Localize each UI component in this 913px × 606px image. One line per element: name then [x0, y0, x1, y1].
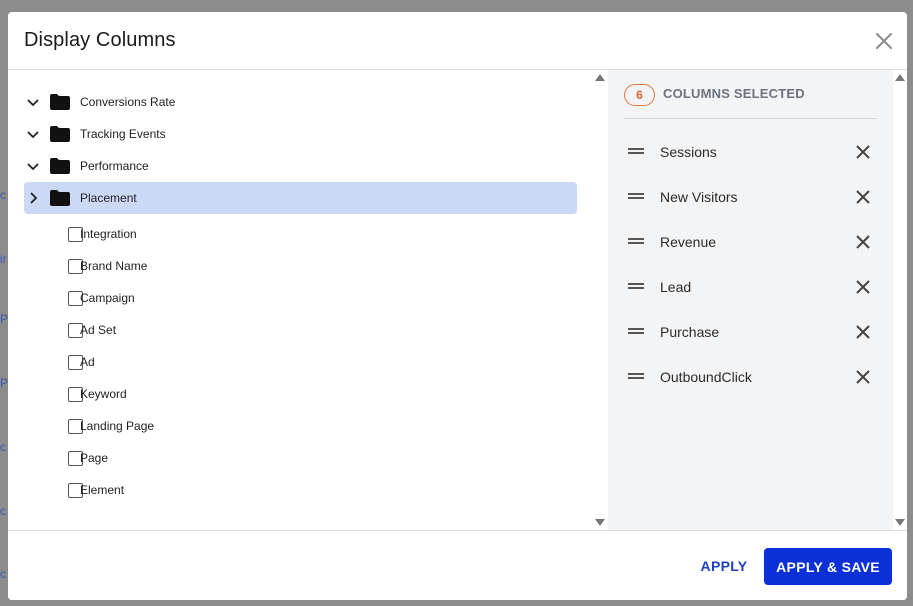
- remove-column-icon[interactable]: [854, 188, 872, 206]
- tree-column-label: Brand Name: [80, 259, 148, 273]
- tree-folder-label: Conversions Rate: [80, 95, 176, 109]
- tree-column-label: Keyword: [80, 387, 127, 401]
- selected-column-label: Revenue: [660, 234, 717, 250]
- tree-folder-row[interactable]: Tracking Events: [24, 118, 577, 150]
- drag-handle-icon[interactable]: [628, 193, 644, 199]
- selected-column-item: New Visitors: [624, 183, 877, 213]
- tree-column-row[interactable]: Keyword: [24, 378, 577, 410]
- tree-column-label: Page: [80, 451, 109, 465]
- backdrop-fragment: c: [0, 567, 6, 581]
- tree-folder-row[interactable]: Performance: [24, 150, 577, 182]
- column-tree: Conversions Rate Tracking Events Performan…: [8, 70, 608, 530]
- tree-column-row[interactable]: Page: [24, 442, 577, 474]
- selected-count-badge: 6: [624, 84, 655, 106]
- tree-column-row[interactable]: Ad: [24, 346, 577, 378]
- apply-save-button[interactable]: APPLY & SAVE: [764, 548, 892, 585]
- folder-icon: [50, 158, 70, 174]
- selected-column-item: Revenue: [624, 228, 877, 258]
- modal-title: Display Columns: [24, 29, 176, 51]
- drag-handle-icon[interactable]: [628, 238, 644, 244]
- remove-column-icon[interactable]: [854, 278, 872, 296]
- backdrop-fragment: c: [0, 440, 6, 454]
- drag-handle-icon[interactable]: [628, 328, 644, 334]
- backdrop-fragment: c: [0, 188, 6, 202]
- remove-column-icon[interactable]: [854, 233, 872, 251]
- selected-column-item: OutboundClick: [624, 363, 877, 393]
- selected-column-item: Sessions: [624, 138, 877, 168]
- chevron-down-icon[interactable]: [26, 127, 40, 141]
- modal-header: Display Columns: [8, 12, 907, 70]
- tree-folder-label: Performance: [80, 159, 149, 173]
- selected-column-label: Sessions: [660, 144, 717, 160]
- selected-column-label: New Visitors: [660, 189, 738, 205]
- tree-column-label: Ad: [80, 355, 95, 369]
- close-button[interactable]: [872, 29, 896, 53]
- tree-column-row[interactable]: Brand Name: [24, 250, 577, 282]
- backdrop-fragment: P: [0, 376, 8, 390]
- panel-scroll-up-icon[interactable]: [895, 74, 905, 81]
- display-columns-modal: Display Columns Conversions Rate Tracking…: [8, 12, 907, 600]
- chevron-down-icon[interactable]: [26, 159, 40, 173]
- selected-heading: COLUMNS SELECTED: [663, 86, 805, 101]
- folder-icon: [50, 126, 70, 142]
- tree-folder-label: Placement: [80, 191, 137, 205]
- drag-handle-icon[interactable]: [628, 148, 644, 154]
- chevron-right-icon[interactable]: [26, 191, 40, 205]
- tree-column-row[interactable]: Ad Set: [24, 314, 577, 346]
- tree-column-row[interactable]: Campaign: [24, 282, 577, 314]
- tree-column-label: Landing Page: [80, 419, 155, 433]
- close-icon: [876, 33, 892, 49]
- divider: [624, 118, 877, 119]
- selected-column-item: Lead: [624, 273, 877, 303]
- folder-icon: [50, 94, 70, 110]
- selected-column-item: Purchase: [624, 318, 877, 348]
- backdrop-fragment: ir: [0, 252, 7, 266]
- tree-folder-label: Tracking Events: [80, 127, 166, 141]
- tree-column-label: Campaign: [80, 291, 135, 305]
- tree-column-label: Integration: [80, 227, 137, 241]
- backdrop-fragment: P: [0, 312, 8, 326]
- tree-scroll-up-icon[interactable]: [595, 74, 605, 81]
- selected-column-label: Purchase: [660, 324, 720, 340]
- tree-column-row[interactable]: Element: [24, 474, 577, 506]
- remove-column-icon[interactable]: [854, 368, 872, 386]
- tree-column-row[interactable]: Integration: [24, 218, 577, 250]
- selected-columns-panel: 6 COLUMNS SELECTED Sessions New Visitors R…: [608, 70, 905, 530]
- drag-handle-icon[interactable]: [628, 283, 644, 289]
- tree-column-label: Element: [80, 483, 125, 497]
- remove-column-icon[interactable]: [854, 323, 872, 341]
- drag-handle-icon[interactable]: [628, 373, 644, 379]
- tree-scroll-down-icon[interactable]: [595, 519, 605, 526]
- tree-folder-row[interactable]: Placement: [24, 182, 577, 214]
- tree-column-label: Ad Set: [80, 323, 117, 337]
- remove-column-icon[interactable]: [854, 143, 872, 161]
- tree-folder-row[interactable]: Conversions Rate: [24, 86, 577, 118]
- tree-column-row[interactable]: Landing Page: [24, 410, 577, 442]
- backdrop-fragment: c: [0, 504, 6, 518]
- apply-button[interactable]: APPLY: [694, 549, 754, 583]
- selected-column-label: Lead: [660, 279, 692, 295]
- panel-scroll-down-icon[interactable]: [895, 519, 905, 526]
- folder-icon: [50, 190, 70, 206]
- selected-column-label: OutboundClick: [660, 369, 752, 385]
- chevron-down-icon[interactable]: [26, 95, 40, 109]
- modal-footer: APPLY APPLY & SAVE: [8, 530, 907, 600]
